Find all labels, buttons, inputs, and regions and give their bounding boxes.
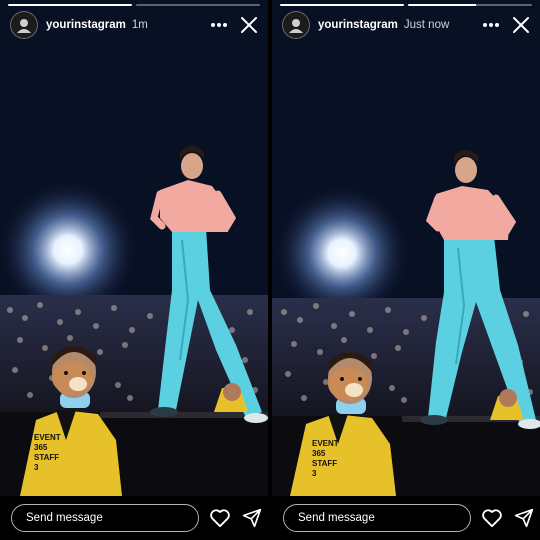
heart-icon: [482, 509, 502, 528]
avatar[interactable]: [282, 11, 310, 39]
more-horizontal-icon: [483, 23, 499, 27]
more-horizontal-icon: [211, 23, 227, 27]
more-options-button[interactable]: [208, 14, 230, 36]
story-header: yourinstagram 1m: [10, 11, 260, 39]
progress-segment-1: [8, 4, 132, 6]
post-time: Just now: [403, 19, 450, 31]
story-footer: Send message: [0, 496, 268, 540]
story-panel-2[interactable]: EVENT 365 STAFF 3 yourinstagram Just now…: [272, 0, 540, 540]
more-options-button[interactable]: [480, 14, 502, 36]
send-message-placeholder: Send message: [298, 512, 375, 524]
share-button[interactable]: [511, 505, 537, 531]
username[interactable]: yourinstagram: [318, 19, 398, 31]
progress-segment-2: [408, 4, 532, 6]
avatar-image: [289, 19, 303, 33]
story-photo: EVENT 365 STAFF 3: [0, 0, 268, 496]
share-button[interactable]: [239, 505, 265, 531]
progress-segment-1: [280, 4, 404, 6]
story-photo: EVENT 365 STAFF 3: [272, 0, 540, 496]
story-progress: [8, 4, 260, 6]
send-icon: [514, 508, 534, 528]
progress-segment-2: [136, 4, 260, 6]
heart-icon: [210, 509, 230, 528]
send-icon: [242, 508, 262, 528]
send-message-input[interactable]: Send message: [11, 504, 199, 532]
send-message-placeholder: Send message: [26, 512, 103, 524]
avatar-image: [17, 19, 31, 33]
close-icon: [241, 17, 257, 33]
story-footer: Send message: [272, 496, 540, 540]
stories-comparison: EVENT 365 STAFF 3 yourinstagram 1m Send …: [0, 0, 540, 540]
story-header: yourinstagram Just now: [282, 11, 532, 39]
post-time: 1m: [131, 19, 148, 31]
story-progress: [280, 4, 532, 6]
story-panel-1[interactable]: EVENT 365 STAFF 3 yourinstagram 1m Send …: [0, 0, 268, 540]
send-message-input[interactable]: Send message: [283, 504, 471, 532]
username[interactable]: yourinstagram: [46, 19, 126, 31]
avatar[interactable]: [10, 11, 38, 39]
close-icon: [513, 17, 529, 33]
close-button[interactable]: [238, 14, 260, 36]
close-button[interactable]: [510, 14, 532, 36]
like-button[interactable]: [479, 505, 505, 531]
like-button[interactable]: [207, 505, 233, 531]
